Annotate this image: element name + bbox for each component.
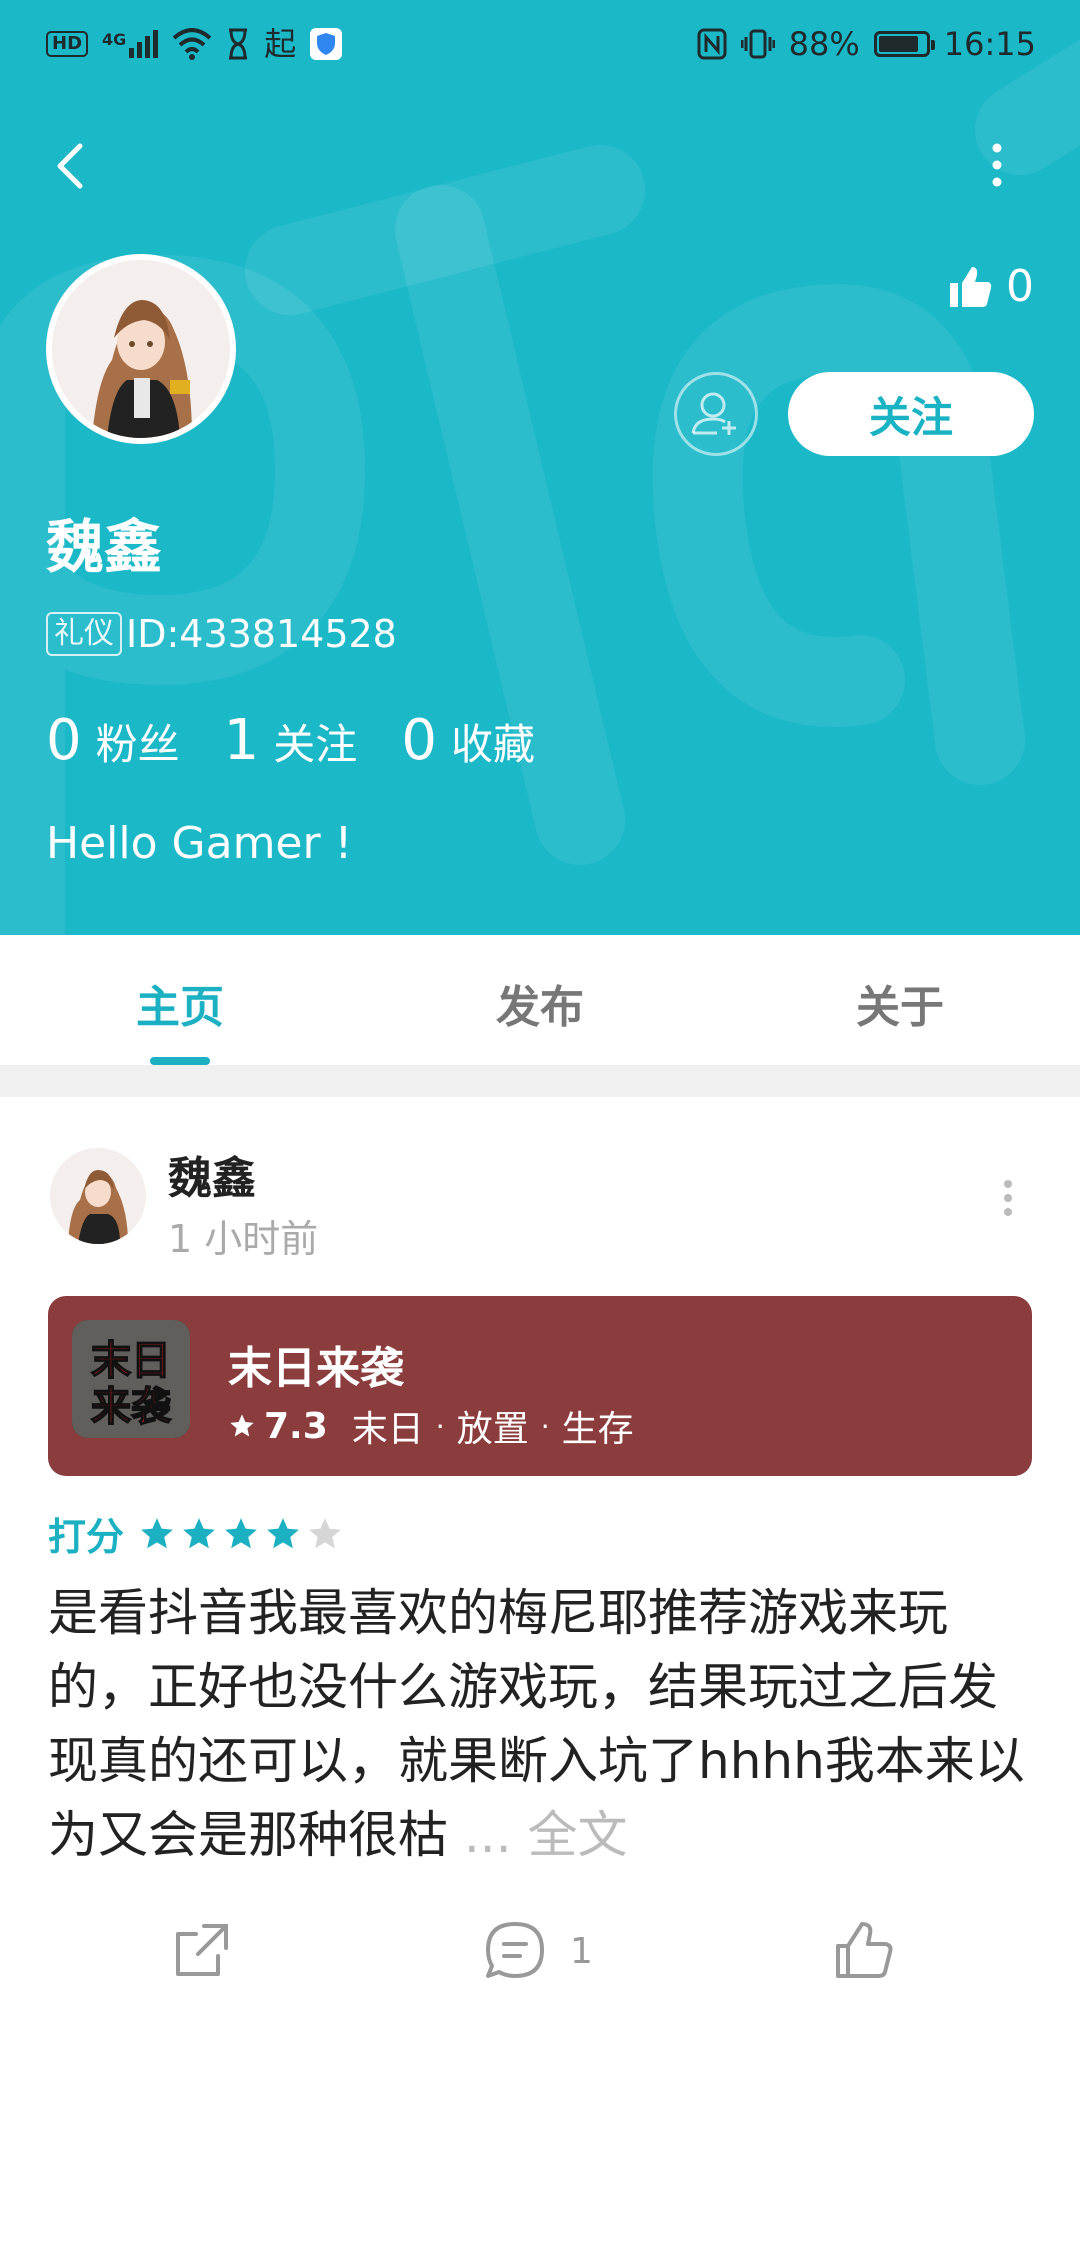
- battery-fill: [878, 36, 918, 52]
- network-type-label: 4G: [102, 30, 127, 49]
- game-score: 7.3: [264, 1405, 328, 1447]
- post-rating: 打分: [48, 1506, 348, 1561]
- post-author-avatar[interactable]: [50, 1148, 146, 1244]
- star-filled-icon: [267, 1517, 299, 1548]
- star-icon: [230, 1414, 254, 1437]
- game-icon-text-line1: 末日: [91, 1338, 171, 1384]
- vibrate-icon: [740, 29, 775, 59]
- tab-home[interactable]: 主页: [80, 971, 280, 1035]
- stat-fans[interactable]: 0 粉丝: [46, 708, 180, 773]
- thumbs-up-icon: [950, 267, 992, 307]
- signal-icon: 4G: [102, 30, 159, 58]
- section-divider: [0, 1065, 1080, 1097]
- thumbs-up-icon: [836, 1922, 893, 1978]
- profile-avatar[interactable]: [46, 254, 236, 444]
- add-friend-button[interactable]: [674, 372, 758, 456]
- wifi-icon: [172, 28, 212, 60]
- user-badge[interactable]: 礼仪: [46, 612, 122, 656]
- battery-icon: [873, 31, 935, 57]
- comment-count: 1: [570, 1930, 593, 1972]
- tag-separator: ·: [435, 1409, 445, 1443]
- game-tag: 末日: [351, 1409, 424, 1450]
- profile-username: 魏鑫: [46, 513, 163, 581]
- nfc-icon: [697, 28, 727, 60]
- game-icon-text-line2: 来袭: [91, 1384, 172, 1430]
- comment-icon: [486, 1922, 544, 1978]
- follow-button[interactable]: 关注: [788, 372, 1034, 456]
- share-icon: [176, 1924, 228, 1976]
- game-meta: 7.3 末日 · 放置 · 生存: [228, 1400, 646, 1452]
- user-id: ID:433814528: [126, 612, 397, 656]
- star-filled-icon: [183, 1517, 215, 1548]
- game-icon: 末日 来袭: [72, 1320, 190, 1438]
- battery-percent: 88%: [788, 25, 860, 63]
- post-body[interactable]: 是看抖音我最喜欢的梅尼耶推荐游戏来玩的，正好也没什么游戏玩，结果玩过之后发现真的…: [48, 1576, 1038, 1872]
- stat-number: 0: [46, 708, 82, 773]
- star-filled-icon: [225, 1517, 257, 1548]
- post-timestamp: 1 小时前: [168, 1217, 319, 1261]
- share-button[interactable]: [170, 1918, 234, 1982]
- stat-number: 0: [401, 708, 437, 773]
- status-bar: HD 4G 起 88% 16:15: [0, 0, 1080, 88]
- hd-indicator: HD: [46, 31, 89, 57]
- game-icon-art: 末日 来袭: [72, 1320, 190, 1438]
- stat-label: 关注: [273, 720, 358, 769]
- stat-number: 1: [223, 708, 260, 773]
- tab-about[interactable]: 关于: [800, 971, 1000, 1035]
- profile-id-row: 礼仪 ID:433814528: [46, 612, 397, 656]
- rating-label: 打分: [48, 1515, 125, 1559]
- avatar-illustration: [52, 260, 230, 438]
- brand-watermark: [0, 40, 1080, 935]
- profile-stats: 0 粉丝 1 关注 0 收藏: [46, 708, 535, 773]
- profile-tabs: 主页 发布 关于: [0, 935, 1080, 1065]
- comment-button[interactable]: 1: [482, 1918, 593, 1984]
- game-tag: 放置: [456, 1409, 529, 1450]
- game-card[interactable]: 末日 来袭 末日来袭 7.3 末日 · 放置 · 生存: [48, 1296, 1032, 1476]
- profile-likes[interactable]: 0: [946, 262, 1034, 312]
- post-actions: 1: [0, 1918, 1080, 2018]
- star-filled-icon: [141, 1517, 173, 1548]
- stat-label: 粉丝: [95, 720, 180, 769]
- game-tag: 生存: [561, 1409, 634, 1450]
- star-empty-icon: [309, 1517, 341, 1548]
- add-user-icon: [691, 392, 736, 435]
- read-more-link[interactable]: ... 全文: [464, 1806, 628, 1864]
- tag-separator: ·: [540, 1409, 550, 1443]
- game-title: 末日来袭: [228, 1343, 404, 1394]
- like-button[interactable]: [832, 1918, 896, 1982]
- profile-bio: Hello Gamer !: [46, 818, 353, 869]
- back-arrow-icon[interactable]: [42, 136, 102, 196]
- stat-label: 收藏: [450, 720, 535, 769]
- tab-indicator: [150, 1057, 210, 1065]
- stat-following[interactable]: 1 关注: [224, 708, 358, 773]
- rating-stars: [138, 1515, 348, 1553]
- stat-favorites[interactable]: 0 收藏: [401, 708, 535, 773]
- more-options-icon[interactable]: [972, 140, 1022, 190]
- tab-posts[interactable]: 发布: [440, 971, 640, 1035]
- like-count: 0: [1006, 261, 1034, 312]
- clock: 16:15: [943, 25, 1036, 63]
- profile-header: HD 4G 起 88% 16:15 0 关注 魏鑫 礼仪 ID:43381452…: [0, 0, 1080, 935]
- app-notification-icon: 起: [264, 25, 297, 63]
- shield-icon: [310, 28, 343, 60]
- hourglass-icon: [229, 28, 248, 60]
- post-more-icon[interactable]: [990, 1178, 1026, 1218]
- post-author-name[interactable]: 魏鑫: [168, 1142, 256, 1206]
- avatar-illustration: [50, 1148, 146, 1244]
